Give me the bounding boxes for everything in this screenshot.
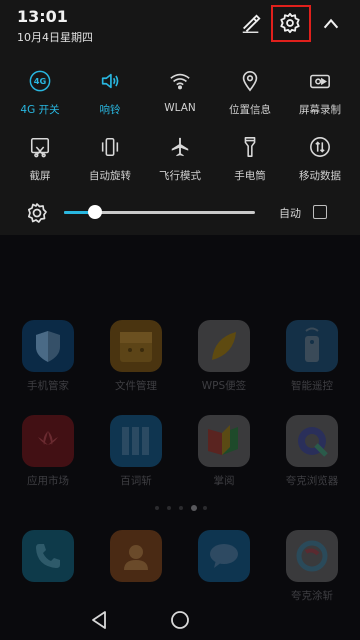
tile-airplane[interactable]: 飞行模式: [144, 134, 216, 183]
app-contacts[interactable]: [96, 530, 176, 588]
tile-screen-record[interactable]: 屏幕录制: [284, 68, 356, 117]
tile-label: 位置信息: [229, 104, 271, 116]
page-dot: [203, 506, 207, 510]
mobile-data-icon: [307, 134, 333, 160]
pencil-icon[interactable]: [238, 11, 264, 37]
tile-label: 手电筒: [234, 170, 266, 182]
app-name: WPS便签: [201, 380, 247, 392]
tile-label: 飞行模式: [159, 170, 201, 182]
tile-mobile-data[interactable]: 移动数据: [284, 134, 356, 183]
status-date: 10月4日星期四: [17, 31, 93, 44]
huawei-app-icon: [22, 415, 74, 467]
app-file-manager[interactable]: 文件管理: [96, 320, 176, 393]
chevron-up-icon[interactable]: [318, 11, 344, 37]
page-dot-active: [191, 505, 197, 511]
tile-label: 4G 开关: [20, 104, 60, 116]
contacts-app-icon: [110, 530, 162, 582]
app-name: 应用市场: [27, 475, 69, 487]
app-name: 文件管理: [115, 380, 157, 392]
screenshot-icon: [27, 134, 53, 160]
app-zhangyue[interactable]: 掌阅: [184, 415, 264, 488]
app-quark-browser[interactable]: 夸克浏览器: [272, 415, 352, 488]
brightness-thumb[interactable]: [88, 205, 102, 219]
leaf-app-icon: [198, 320, 250, 372]
page-dot: [167, 506, 171, 510]
tile-label: 截屏: [29, 170, 51, 182]
app-name: 夸克浏览器: [285, 475, 339, 487]
svg-text:4G: 4G: [34, 76, 47, 86]
brightness-sun-icon: [25, 201, 49, 225]
wifi-icon: [167, 68, 193, 94]
app-wps-notes[interactable]: WPS便签: [184, 320, 264, 393]
navigation-bar: [0, 600, 360, 640]
tile-4g[interactable]: 4G 4G 开关: [4, 68, 76, 117]
tile-label: 自动旋转: [89, 170, 131, 182]
tile-label: 屏幕录制: [299, 104, 341, 116]
app-smart-remote[interactable]: 智能遥控: [272, 320, 352, 393]
app-quark-tuzhan[interactable]: 夸克涂斩: [272, 530, 352, 603]
tile-flashlight[interactable]: 手电筒: [214, 134, 286, 183]
page-dot: [155, 506, 159, 510]
tile-label: WLAN: [164, 102, 196, 114]
phone-app-icon: [22, 530, 74, 582]
speaker-icon: [97, 68, 123, 94]
flashlight-icon: [237, 134, 263, 160]
message-app-icon: [198, 530, 250, 582]
location-pin-icon: [237, 68, 263, 94]
4g-icon: 4G: [27, 68, 53, 94]
remote-app-icon: [286, 320, 338, 372]
app-app-market[interactable]: 应用市场: [8, 415, 88, 488]
back-triangle-icon[interactable]: [88, 608, 112, 632]
home-screen: 手机管家 文件管理 WPS便签 智能遥控 应用市场 百词斩 掌阅 夸克浏览器 夸…: [0, 235, 360, 640]
tile-wlan[interactable]: WLAN: [144, 68, 216, 114]
gear-icon[interactable]: [277, 10, 303, 36]
app-phone[interactable]: [8, 530, 88, 588]
app-name: 手机管家: [27, 380, 69, 392]
app-phone-manager[interactable]: 手机管家: [8, 320, 88, 393]
tile-screenshot[interactable]: 截屏: [4, 134, 76, 183]
swirl-app-icon: [286, 530, 338, 582]
brightness-row: 自动: [0, 198, 360, 228]
tile-location[interactable]: 位置信息: [214, 68, 286, 117]
app-name: 百词斩: [120, 475, 152, 487]
app-baicizhan[interactable]: 百词斩: [96, 415, 176, 488]
shield-app-icon: [22, 320, 74, 372]
auto-brightness-label: 自动: [279, 207, 301, 220]
book-app-icon: [198, 415, 250, 467]
page-dot: [179, 506, 183, 510]
rotate-icon: [97, 134, 123, 160]
tile-ringer[interactable]: 响铃: [74, 68, 146, 117]
folder-app-icon: [110, 320, 162, 372]
app-messages[interactable]: [184, 530, 264, 588]
airplane-icon: [167, 134, 193, 160]
tile-label: 响铃: [99, 104, 121, 116]
home-circle-icon[interactable]: [168, 608, 192, 632]
auto-brightness-checkbox[interactable]: [313, 205, 327, 219]
page-indicator: [150, 504, 210, 512]
app-name: 掌阅: [213, 475, 235, 487]
notification-shade: 13:01 10月4日星期四 4G 4G 开关 响铃 WLAN 位置信息 屏幕录…: [0, 0, 360, 235]
tile-label: 移动数据: [299, 170, 341, 182]
app-name: 智能遥控: [291, 380, 333, 392]
tile-auto-rotate[interactable]: 自动旋转: [74, 134, 146, 183]
grid-app-icon: [110, 415, 162, 467]
quark-app-icon: [286, 415, 338, 467]
status-time: 13:01: [17, 7, 68, 26]
screen-record-icon: [307, 68, 333, 94]
